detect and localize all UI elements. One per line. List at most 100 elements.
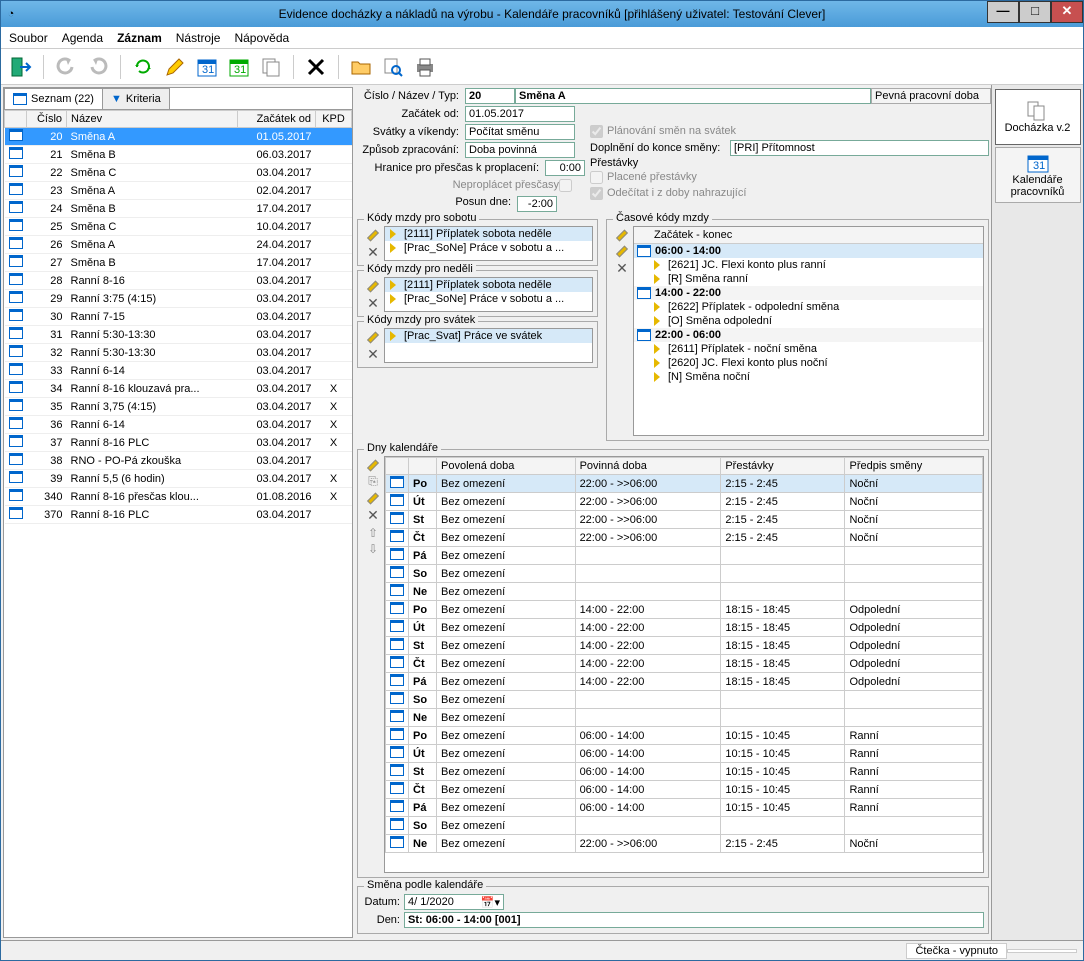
list-row[interactable]: 31Ranní 5:30-13:3003.04.2017 [5,326,352,344]
tool-folder-icon[interactable] [347,53,375,81]
list-row[interactable]: 36Ranní 6-1403.04.2017X [5,416,352,434]
maximize-button[interactable]: □ [1019,1,1051,23]
tool-refresh-icon[interactable] [129,53,157,81]
down-icon[interactable]: ⇩ [366,542,380,556]
list-row[interactable]: 21Směna B06.03.2017 [5,146,352,164]
delete-icon[interactable]: ✕ [366,346,380,363]
day-row[interactable]: StBez omezení14:00 - 22:0018:15 - 18:45O… [386,637,983,655]
day-row[interactable]: SoBez omezení [386,817,983,835]
time-block-header[interactable]: 14:00 - 22:00 [634,286,983,300]
day-row[interactable]: PáBez omezení06:00 - 14:0010:15 - 10:45R… [386,799,983,817]
col-cislo[interactable]: Číslo [27,111,67,128]
day-row[interactable]: NeBez omezení22:00 - >>06:002:15 - 2:45N… [386,835,983,853]
fld-sv[interactable]: Počítat směnu [465,124,575,140]
svatek-list[interactable]: [Prac_Svat] Práce ve svátek [384,328,593,363]
list-row[interactable]: 29Ranní 3:75 (4:15)03.04.2017 [5,290,352,308]
day-row[interactable]: ČtBez omezení06:00 - 14:0010:15 - 10:45R… [386,781,983,799]
rtab-dochazka[interactable]: Docházka v.2 [995,89,1081,145]
col-nazev[interactable]: Název [67,111,238,128]
menu-soubor[interactable]: Soubor [9,31,48,45]
rtab-kalendare[interactable]: 31 Kalendáře pracovníků [995,147,1081,203]
copy-icon[interactable]: ⎘ [368,474,378,489]
day-row[interactable]: PáBez omezení14:00 - 22:0018:15 - 18:45O… [386,673,983,691]
edit-icon[interactable] [366,330,380,344]
fld-zac[interactable]: 01.05.2017 [465,106,575,122]
list-row[interactable]: 35Ranní 3,75 (4:15)03.04.2017X [5,398,352,416]
close-button[interactable]: ✕ [1051,1,1083,23]
list-row[interactable]: 30Ranní 7-1503.04.2017 [5,308,352,326]
tool-edit-icon[interactable] [161,53,189,81]
day-row[interactable]: ÚtBez omezení22:00 - >>06:002:15 - 2:45N… [386,493,983,511]
day-row[interactable]: NeBez omezení [386,709,983,727]
list-row[interactable]: 20Směna A01.05.2017 [5,128,352,146]
tool-calendar1-icon[interactable]: 31 [193,53,221,81]
edit2-icon[interactable] [366,491,380,505]
list-row[interactable]: 28Ranní 8-1603.04.2017 [5,272,352,290]
list-row[interactable]: 340Ranní 8-16 přesčas klou...01.08.2016X [5,488,352,506]
list-row[interactable]: 24Směna B17.04.2017 [5,200,352,218]
menu-zaznam[interactable]: Záznam [117,31,162,45]
nedele-list[interactable]: [2111] Příplatek sobota neděle[Prac_SoNe… [384,277,593,312]
time-code-item[interactable]: [2611] Příplatek - noční směna [634,342,983,356]
tool-print-icon[interactable] [411,53,439,81]
list-row[interactable]: 38RNO - PO-Pá zkouška03.04.2017 [5,452,352,470]
list-row[interactable]: 22Směna C03.04.2017 [5,164,352,182]
code-item[interactable]: [Prac_Svat] Práce ve svátek [385,329,592,343]
tool-delete-icon[interactable] [302,53,330,81]
delete-icon[interactable]: ✕ [366,507,380,524]
time-block-header[interactable]: 06:00 - 14:00 [634,244,983,258]
col-zacatek[interactable]: Začátek od [238,111,316,128]
list-row[interactable]: 27Směna B17.04.2017 [5,254,352,272]
list-row[interactable]: 37Ranní 8-16 PLC03.04.2017X [5,434,352,452]
time-code-item[interactable]: [O] Směna odpolední [634,314,983,328]
delete-icon[interactable]: ✕ [366,244,380,261]
up-icon[interactable]: ⇧ [366,526,380,540]
list-row[interactable]: 370Ranní 8-16 PLC03.04.2017 [5,506,352,524]
delete-icon[interactable]: ✕ [615,260,629,277]
fld-hp[interactable]: 0:00 [545,160,585,176]
time-code-item[interactable]: [2621] JC. Flexi konto plus ranní [634,258,983,272]
list-row[interactable]: 39Ranní 5,5 (6 hodin)03.04.2017X [5,470,352,488]
edit-icon[interactable] [615,228,629,242]
fld-dop[interactable]: [PRI] Přítomnost [730,140,989,156]
list-row[interactable]: 34Ranní 8-16 klouzavá pra...03.04.2017X [5,380,352,398]
day-row[interactable]: ČtBez omezení14:00 - 22:0018:15 - 18:45O… [386,655,983,673]
menu-nastroje[interactable]: Nástroje [176,31,221,45]
fld-nazev[interactable]: Směna A [515,88,871,104]
fld-zp[interactable]: Doba povinná [465,142,575,158]
tab-seznam[interactable]: Seznam (22) [4,88,103,109]
edit-icon[interactable] [366,228,380,242]
day-row[interactable]: PáBez omezení [386,547,983,565]
tool-calendar2-icon[interactable]: 31 [225,53,253,81]
day-row[interactable]: NeBez omezení [386,583,983,601]
fld-pd[interactable]: -2:00 [517,196,557,212]
day-row[interactable]: SoBez omezení [386,691,983,709]
time-code-item[interactable]: [N] Směna noční [634,370,983,384]
time-code-item[interactable]: [2620] JC. Flexi konto plus noční [634,356,983,370]
tool-search-icon[interactable] [379,53,407,81]
record-list[interactable]: Číslo Název Začátek od KPD 20Směna A01.0… [4,110,352,937]
tool-redo-icon[interactable] [84,53,112,81]
list-row[interactable]: 23Směna A02.04.2017 [5,182,352,200]
list-row[interactable]: 25Směna C10.04.2017 [5,218,352,236]
day-row[interactable]: StBez omezení06:00 - 14:0010:15 - 10:45R… [386,763,983,781]
day-row[interactable]: StBez omezení22:00 - >>06:002:15 - 2:45N… [386,511,983,529]
tool-undo-icon[interactable] [52,53,80,81]
delete-icon[interactable]: ✕ [366,295,380,312]
list-row[interactable]: 32Ranní 5:30-13:3003.04.2017 [5,344,352,362]
list-row[interactable]: 26Směna A24.04.2017 [5,236,352,254]
col-kpd[interactable]: KPD [316,111,352,128]
day-row[interactable]: PoBez omezení06:00 - 14:0010:15 - 10:45R… [386,727,983,745]
time-code-item[interactable]: [2622] Příplatek - odpolední směna [634,300,983,314]
code-item[interactable]: [2111] Příplatek sobota neděle [385,278,592,292]
menu-agenda[interactable]: Agenda [62,31,103,45]
days-grid[interactable]: Povolená doba Povinná doba Přestávky Pře… [384,456,984,873]
edit-icon[interactable] [366,458,380,472]
edit-icon[interactable] [366,279,380,293]
edit2-icon[interactable] [615,244,629,258]
time-list[interactable]: Začátek - konec 06:00 - 14:00[2621] JC. … [633,226,984,436]
day-row[interactable]: PoBez omezení22:00 - >>06:002:15 - 2:45N… [386,475,983,493]
code-item[interactable]: [Prac_SoNe] Práce v sobotu a ... [385,292,592,306]
fld-datum[interactable]: 4/ 1/2020📅▾ [404,894,504,910]
minimize-button[interactable]: — [987,1,1019,23]
